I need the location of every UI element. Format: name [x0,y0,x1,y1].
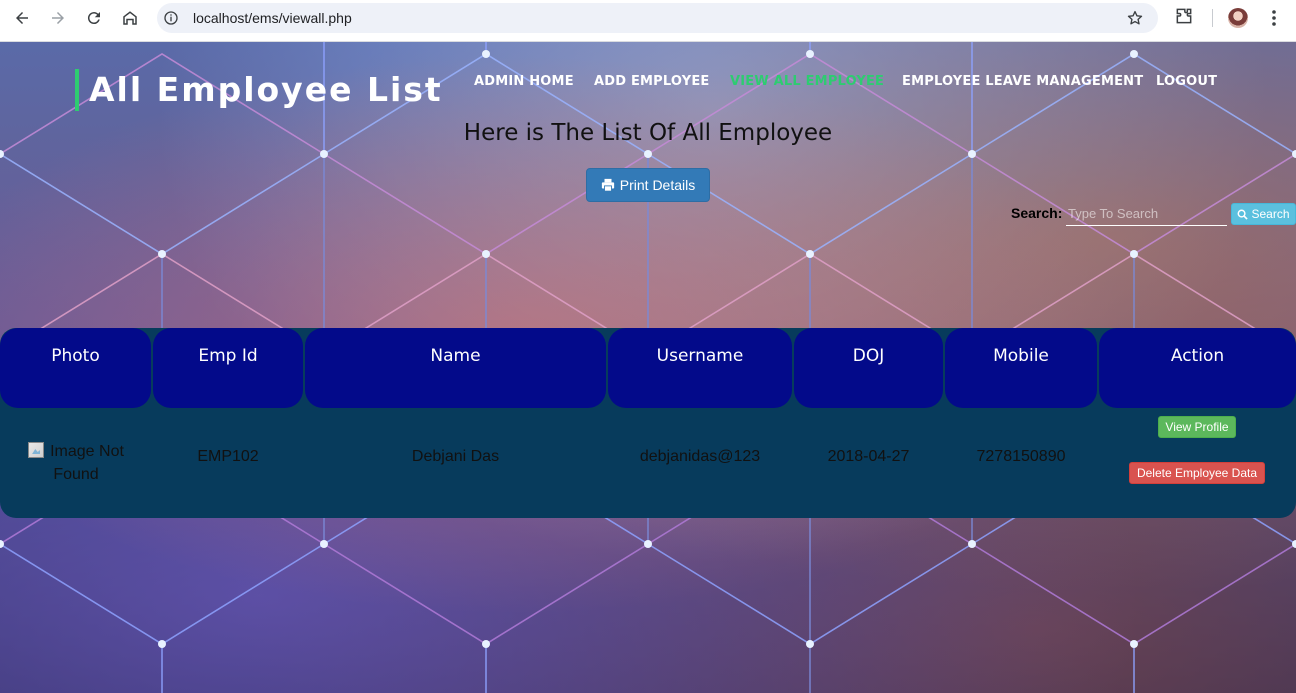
column-header-username: Username [608,328,792,408]
cell-mobile: 7278150890 [976,448,1066,465]
page-viewport: All Employee List ADMIN HOME ADD EMPLOYE… [0,42,1296,693]
extensions-icon[interactable] [1174,6,1194,26]
nav-logout[interactable]: LOGOUT [1156,74,1217,89]
search-input[interactable] [1066,202,1227,226]
list-heading: Here is The List Of All Employee [463,120,833,146]
print-icon [601,178,614,192]
url-text: localhost/ems/viewall.php [193,10,352,26]
nav-view-all-employee[interactable]: VIEW ALL EMPLOYEE [730,74,884,89]
cell-username: debjanidas@123 [639,448,761,465]
toolbar-divider [1212,9,1213,27]
reload-button[interactable] [76,0,112,36]
cell-doj: 2018-04-27 [827,448,910,465]
employee-photo: Image Not Found [18,440,134,486]
back-button[interactable] [4,0,40,36]
profile-avatar[interactable] [1228,8,1248,28]
bookmark-star-icon[interactable] [1126,9,1144,27]
arrow-right-icon [52,12,64,24]
column-header-action: Action [1099,328,1296,408]
column-header-doj: DOJ [794,328,943,408]
print-details-button[interactable]: Print Details [586,168,710,202]
page-title: All Employee List [75,69,443,111]
broken-image-icon [28,442,45,458]
info-icon[interactable] [163,10,179,26]
column-header-emp-id: Emp Id [153,328,303,408]
view-profile-button[interactable]: View Profile [1158,416,1236,438]
forward-button[interactable] [40,0,76,36]
reload-icon [87,12,100,25]
home-button[interactable] [112,0,148,36]
column-header-name: Name [305,328,606,408]
photo-alt-text: Image Not Found [50,443,124,483]
print-details-label: Print Details [619,177,696,193]
column-header-mobile: Mobile [945,328,1097,408]
nav-admin-home[interactable]: ADMIN HOME [474,74,574,89]
search-button[interactable]: Search [1231,203,1296,225]
search-button-label: Search [1251,207,1290,221]
arrow-left-icon [16,12,28,24]
nav-employee-leave-management[interactable]: EMPLOYEE LEAVE MANAGEMENT [902,74,1143,89]
column-header-photo: Photo [0,328,151,408]
search-label: Search: [1011,205,1063,221]
menu-dots-icon[interactable] [1266,8,1282,28]
cell-emp-id: EMP102 [197,448,259,465]
home-icon [123,11,137,25]
browser-toolbar: localhost/ems/viewall.php [0,0,1296,42]
address-bar[interactable]: localhost/ems/viewall.php [157,3,1158,33]
employee-table: Photo Emp Id Name Username DOJ Mobile Ac… [0,328,1296,518]
search-icon [1238,209,1249,220]
cell-name: Debjani Das [411,448,500,465]
nav-add-employee[interactable]: ADD EMPLOYEE [594,74,710,89]
delete-employee-button[interactable]: Delete Employee Data [1129,462,1265,484]
